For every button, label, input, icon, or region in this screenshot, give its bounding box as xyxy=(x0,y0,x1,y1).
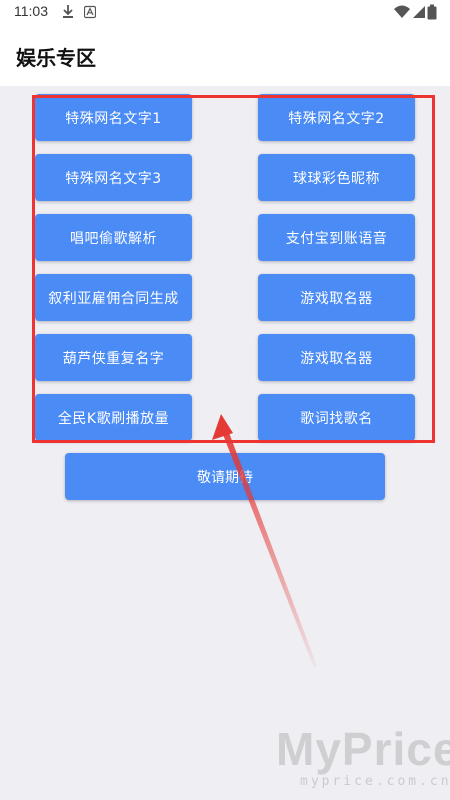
btn-game-name-generator-2[interactable]: 游戏取名器 xyxy=(258,334,415,381)
wifi-icon xyxy=(394,5,410,18)
coming-soon-button[interactable]: 敬请期待 xyxy=(65,453,385,500)
btn-alipay-voice[interactable]: 支付宝到账语音 xyxy=(258,214,415,261)
btn-lyrics-song-finder[interactable]: 歌词找歌名 xyxy=(258,394,415,441)
highlight-frame xyxy=(32,95,435,443)
btn-special-name-1[interactable]: 特殊网名文字1 xyxy=(35,94,192,141)
watermark-logo: MyPrice xyxy=(276,723,450,775)
signal-icon xyxy=(413,6,425,18)
status-time: 11:03 xyxy=(14,3,48,19)
btn-kge-play-count[interactable]: 全民K歌刷播放量 xyxy=(35,394,192,441)
a-icon xyxy=(84,5,96,19)
battery-icon xyxy=(427,4,437,20)
btn-changba-parser[interactable]: 唱吧偷歌解析 xyxy=(35,214,192,261)
watermark-url: myprice.com.cn xyxy=(300,774,450,789)
download-icon xyxy=(63,5,73,18)
status-bar: 11:03 xyxy=(0,0,450,24)
btn-hulu-duplicate-name[interactable]: 葫芦侠重复名字 xyxy=(35,334,192,381)
btn-colorful-nickname[interactable]: 球球彩色昵称 xyxy=(258,154,415,201)
page-title: 娱乐专区 xyxy=(16,46,96,70)
btn-game-name-generator-1[interactable]: 游戏取名器 xyxy=(258,274,415,321)
btn-special-name-3[interactable]: 特殊网名文字3 xyxy=(35,154,192,201)
btn-special-name-2[interactable]: 特殊网名文字2 xyxy=(258,94,415,141)
btn-contract-generator[interactable]: 叙利亚雇佣合同生成 xyxy=(35,274,192,321)
app-bar: 娱乐专区 xyxy=(0,24,450,86)
